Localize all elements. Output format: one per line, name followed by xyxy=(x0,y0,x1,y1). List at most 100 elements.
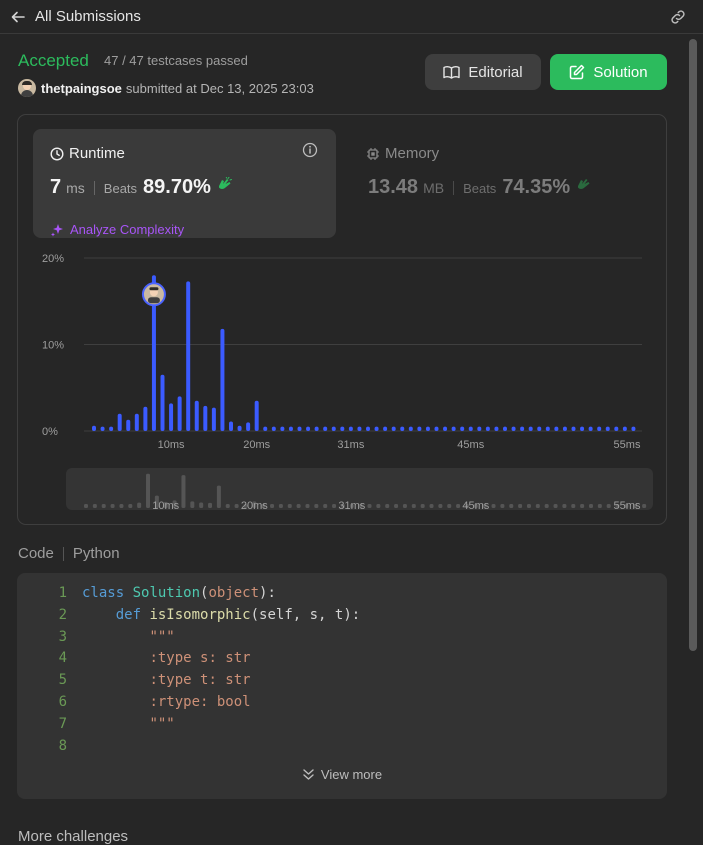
overview-bar xyxy=(553,504,558,508)
chart-bar xyxy=(545,426,550,431)
chart-bar xyxy=(229,421,233,431)
overview-bar xyxy=(588,504,593,508)
username[interactable]: thetpaingsoe xyxy=(41,81,122,96)
solution-button[interactable]: Solution xyxy=(550,54,667,90)
x-tick-label: 20ms xyxy=(243,439,270,451)
overview-bar xyxy=(146,473,151,508)
chart-bar xyxy=(109,426,114,431)
line-number: 3 xyxy=(58,628,67,645)
chart-bar xyxy=(562,426,567,431)
chart-bar xyxy=(605,426,610,431)
overview-bar xyxy=(367,504,372,508)
x-tick-label: 10ms xyxy=(158,439,185,451)
avatar-body xyxy=(147,297,160,304)
chart-bar xyxy=(614,426,619,431)
chart-bar xyxy=(177,396,182,431)
overview-bar xyxy=(128,504,133,508)
arrow-left-icon[interactable] xyxy=(10,9,26,25)
avatar[interactable] xyxy=(18,79,36,97)
overview-bar xyxy=(332,504,337,508)
overview-bar xyxy=(137,502,142,508)
overview-bar xyxy=(518,504,523,508)
scrollbar[interactable] xyxy=(689,37,697,842)
chart-bar xyxy=(580,426,585,431)
view-more-button[interactable]: View more xyxy=(17,767,667,782)
chart-bar xyxy=(254,400,259,431)
overview-bar xyxy=(234,504,239,508)
overview-bar xyxy=(642,504,647,508)
chart-bar xyxy=(271,426,276,431)
chart-bar xyxy=(280,426,285,431)
chart-bar xyxy=(246,422,251,431)
code-header: Code Python xyxy=(18,545,120,562)
overview-bar xyxy=(571,504,576,508)
overview-tick-label: 31ms xyxy=(338,500,365,512)
line-number: 5 xyxy=(58,672,67,689)
overview-bar xyxy=(287,504,292,508)
chart-bar xyxy=(485,426,490,431)
chart-bar xyxy=(503,426,507,431)
chart-bar xyxy=(528,426,533,431)
line-number: 1 xyxy=(58,585,67,601)
overview-bar xyxy=(181,475,186,508)
code-line: 8 xyxy=(17,738,667,760)
code-text: """ xyxy=(149,715,175,732)
submitted-time: submitted at Dec 13, 2025 23:03 xyxy=(125,80,314,96)
chart-bar xyxy=(468,426,473,431)
chart-bar xyxy=(520,426,525,431)
overview-bar xyxy=(526,504,531,508)
code-block[interactable]: 87 """ 6 :rtype: bool 5 :type t: str 4 :typ… xyxy=(17,573,667,799)
editorial-button[interactable]: Editorial xyxy=(425,54,541,90)
overview-bar xyxy=(190,501,195,508)
chart-bar xyxy=(126,419,131,431)
overview-bar xyxy=(199,502,204,508)
code-line: 3 """ xyxy=(17,629,667,651)
chart-bar xyxy=(340,426,345,431)
chart-bar xyxy=(425,426,430,431)
overview-bar xyxy=(500,504,505,508)
editorial-label: Editorial xyxy=(468,63,523,81)
overview-bar xyxy=(402,504,407,508)
page-title[interactable]: All Submissions xyxy=(35,8,141,25)
chart-bar xyxy=(237,425,242,431)
edit-icon xyxy=(570,64,585,80)
chart-bar xyxy=(443,426,448,431)
overview-bar xyxy=(411,504,416,508)
overview-tick-label: 20ms xyxy=(241,500,268,512)
overview-bar xyxy=(429,504,434,508)
chart-bar xyxy=(417,426,422,431)
runtime-distribution-chart[interactable]: 20% 10% 0% 10ms 20ms 31ms 45ms 55ms 10ms 20ms 31ms… xyxy=(18,115,668,526)
chart-bar xyxy=(571,426,576,431)
chart-bar xyxy=(366,426,370,431)
code-line: 4 :type s: str xyxy=(17,650,667,672)
performance-panel: Runtime 7 ms Beats 89.70% Analyze Comple… xyxy=(17,114,667,525)
code-line: 2 def isIsomorphic(self, s, t): xyxy=(17,607,667,629)
line-number: 6 xyxy=(58,694,67,710)
book-icon xyxy=(443,65,461,79)
chart-bar xyxy=(143,406,148,431)
overview-bar xyxy=(420,504,425,508)
chart-bar xyxy=(169,403,174,431)
view-more-label: View more xyxy=(320,767,383,782)
avatar-hair xyxy=(149,287,159,291)
line-number: 4 xyxy=(58,650,67,667)
overview-bar xyxy=(84,504,88,508)
submitter-line: thetpaingsoe submitted at Dec 13, 2025 2… xyxy=(18,79,314,97)
x-tick-label: 45ms xyxy=(457,439,484,451)
chevron-double-down-icon xyxy=(303,769,314,780)
overview-bar xyxy=(216,485,221,508)
top-bar: All Submissions xyxy=(0,0,703,34)
overview-bar xyxy=(305,504,310,508)
chart-bar xyxy=(314,426,319,431)
overview-tick-label: 45ms xyxy=(462,500,489,512)
testcases-passed: 47 / 47 testcases passed xyxy=(104,53,248,68)
chart-bar xyxy=(383,426,388,431)
overview-bar xyxy=(314,504,319,508)
chart-bar xyxy=(203,405,208,431)
line-number: 7 xyxy=(58,715,67,732)
y-tick-label: 20% xyxy=(42,253,64,265)
overview-bar xyxy=(208,502,213,508)
scrollbar-thumb[interactable] xyxy=(689,39,697,651)
link-icon[interactable] xyxy=(669,8,687,26)
overview-bar xyxy=(438,504,443,508)
